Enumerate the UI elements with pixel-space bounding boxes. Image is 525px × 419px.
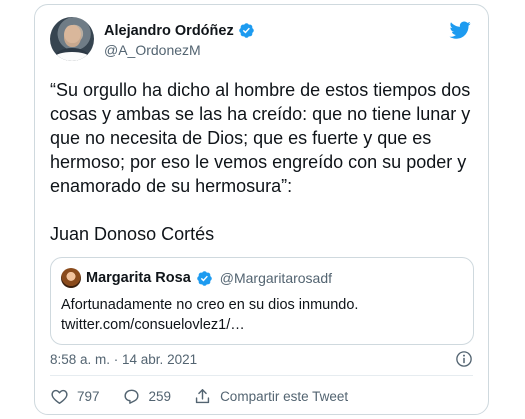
tweet-meta: 8:58 a. m. · 14 abr. 2021 [50, 348, 473, 370]
share-icon [195, 388, 210, 403]
author-display-name[interactable]: Alejandro Ordóñez [104, 23, 234, 39]
verified-badge-icon [197, 270, 212, 286]
quoted-author-display-name: Margarita Rosa [86, 270, 191, 286]
share-label: Compartir este Tweet [220, 388, 349, 404]
like-count: 797 [77, 388, 100, 404]
verified-badge-icon [238, 23, 254, 38]
tweet-timestamp[interactable]: 8:58 a. m. · 14 abr. 2021 [50, 352, 197, 367]
tweet-card[interactable]: Alejandro Ordóñez @A_OrdonezM “Su orgull… [34, 4, 489, 415]
author-handle[interactable]: @A_OrdonezM [104, 42, 255, 58]
author-names: Alejandro Ordóñez @A_OrdonezM [104, 21, 255, 58]
reply-count: 259 [148, 388, 172, 404]
tweet-actions: 797 259 Compartir este Tweet [50, 385, 473, 407]
divider [50, 375, 473, 376]
share-button[interactable]: Compartir este Tweet [193, 387, 348, 406]
reply-icon [123, 389, 139, 404]
info-icon[interactable] [455, 350, 473, 368]
quoted-author-avatar [61, 268, 81, 288]
like-button[interactable]: 797 [50, 387, 100, 406]
reply-button[interactable]: 259 [122, 387, 172, 406]
quoted-tweet[interactable]: Margarita Rosa @Margaritarosadf Afortuna… [50, 257, 474, 345]
tweet-header: Alejandro Ordóñez @A_OrdonezM [50, 17, 473, 63]
quoted-tweet-header: Margarita Rosa @Margaritarosadf [61, 268, 332, 288]
twitter-bird-icon[interactable] [447, 19, 473, 41]
quoted-author-handle: @Margaritarosadf [219, 270, 333, 286]
tweet-text: “Su orgullo ha dicho al hombre de estos … [50, 80, 471, 244]
quoted-tweet-text: Afortunadamente no creo en su dios inmun… [61, 297, 359, 333]
author-avatar[interactable] [50, 17, 94, 61]
heart-icon [51, 389, 68, 404]
